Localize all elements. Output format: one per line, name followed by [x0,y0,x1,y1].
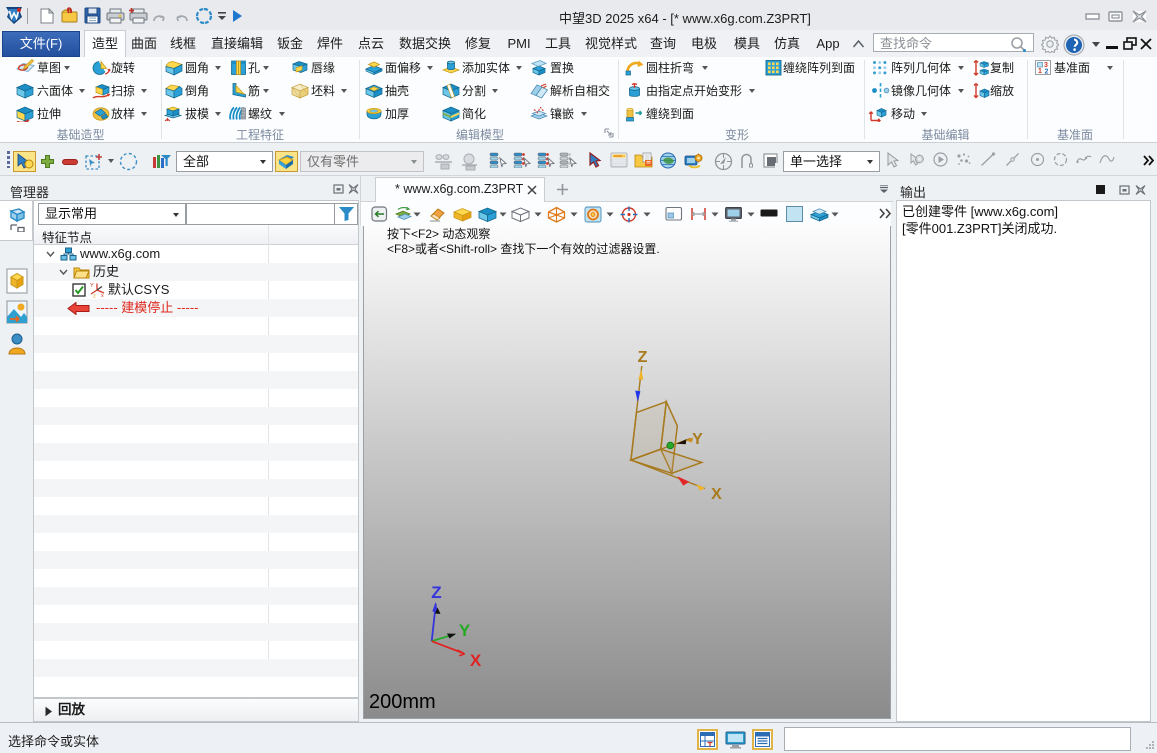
svg-text:x: x [101,293,104,298]
svg-text:X: X [711,486,722,503]
svg-text:1: 1 [1038,68,1042,75]
svg-text:Y: Y [459,621,471,640]
svg-text:Y: Y [692,431,703,448]
svg-text:z: z [93,294,96,299]
svg-text:X: X [470,651,482,670]
svg-text:Y: Y [90,283,94,289]
svg-text:Z: Z [638,349,648,366]
svg-text:Z: Z [431,583,441,602]
svg-text:2: 2 [1045,69,1049,76]
